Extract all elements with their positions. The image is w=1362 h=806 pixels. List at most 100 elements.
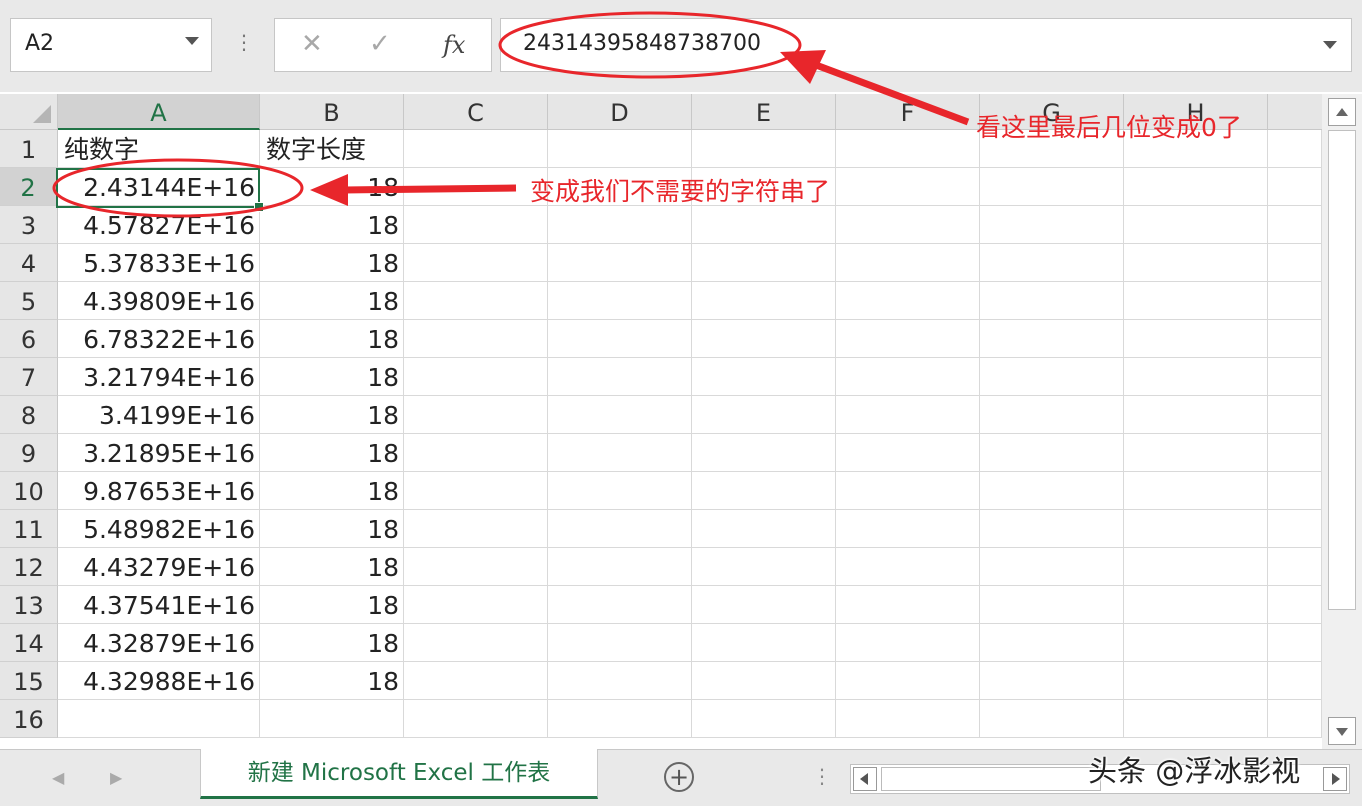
cell-b11[interactable]: 18	[260, 510, 404, 548]
cell-f3[interactable]	[836, 206, 980, 244]
cell-a16[interactable]	[58, 700, 260, 738]
next-sheet-icon[interactable]: ▶	[110, 768, 122, 787]
cell-c16[interactable]	[404, 700, 548, 738]
enter-check-icon[interactable]: ✓	[369, 29, 391, 59]
column-header-b[interactable]: B	[260, 94, 404, 130]
cell-d11[interactable]	[548, 510, 692, 548]
cell-f6[interactable]	[836, 320, 980, 358]
cell-e3[interactable]	[692, 206, 836, 244]
cell-b4[interactable]: 18	[260, 244, 404, 282]
column-header-e[interactable]: E	[692, 94, 836, 130]
cell-d3[interactable]	[548, 206, 692, 244]
cell-e10[interactable]	[692, 472, 836, 510]
cell-a3[interactable]: 4.57827E+16	[58, 206, 260, 244]
cell-g14[interactable]	[980, 624, 1124, 662]
cell-i13[interactable]	[1268, 586, 1322, 624]
cell-c12[interactable]	[404, 548, 548, 586]
row-header-10[interactable]: 10	[0, 472, 58, 510]
cell-b9[interactable]: 18	[260, 434, 404, 472]
expand-formula-bar-icon[interactable]	[1323, 41, 1337, 49]
cell-d15[interactable]	[548, 662, 692, 700]
cell-a13[interactable]: 4.37541E+16	[58, 586, 260, 624]
cell-e12[interactable]	[692, 548, 836, 586]
cell-g2[interactable]	[980, 168, 1124, 206]
cell-b5[interactable]: 18	[260, 282, 404, 320]
row-header-13[interactable]: 13	[0, 586, 58, 624]
cell-e5[interactable]	[692, 282, 836, 320]
cell-a6[interactable]: 6.78322E+16	[58, 320, 260, 358]
cell-c2[interactable]	[404, 168, 548, 206]
cell-d8[interactable]	[548, 396, 692, 434]
scroll-up-button[interactable]	[1328, 98, 1356, 126]
cell-e6[interactable]	[692, 320, 836, 358]
cell-g15[interactable]	[980, 662, 1124, 700]
vertical-scroll-thumb[interactable]	[1328, 130, 1356, 610]
row-header-4[interactable]: 4	[0, 244, 58, 282]
cell-h9[interactable]	[1124, 434, 1268, 472]
name-box[interactable]: A2	[10, 18, 212, 72]
cell-g9[interactable]	[980, 434, 1124, 472]
row-header-9[interactable]: 9	[0, 434, 58, 472]
cell-h13[interactable]	[1124, 586, 1268, 624]
column-header-partial[interactable]	[1268, 94, 1322, 130]
cell-d9[interactable]	[548, 434, 692, 472]
cell-i12[interactable]	[1268, 548, 1322, 586]
cell-d16[interactable]	[548, 700, 692, 738]
cell-h8[interactable]	[1124, 396, 1268, 434]
cell-g4[interactable]	[980, 244, 1124, 282]
cell-c9[interactable]	[404, 434, 548, 472]
cell-h12[interactable]	[1124, 548, 1268, 586]
cell-b7[interactable]: 18	[260, 358, 404, 396]
column-header-d[interactable]: D	[548, 94, 692, 130]
cell-f9[interactable]	[836, 434, 980, 472]
cell-e11[interactable]	[692, 510, 836, 548]
cell-h11[interactable]	[1124, 510, 1268, 548]
cell-i10[interactable]	[1268, 472, 1322, 510]
cell-b16[interactable]	[260, 700, 404, 738]
row-header-2[interactable]: 2	[0, 168, 58, 206]
cell-f10[interactable]	[836, 472, 980, 510]
cell-a9[interactable]: 3.21895E+16	[58, 434, 260, 472]
cell-h16[interactable]	[1124, 700, 1268, 738]
cell-e16[interactable]	[692, 700, 836, 738]
select-all-button[interactable]	[0, 94, 58, 130]
cell-e7[interactable]	[692, 358, 836, 396]
add-sheet-icon[interactable]: +	[664, 762, 694, 792]
cell-i8[interactable]	[1268, 396, 1322, 434]
cell-f11[interactable]	[836, 510, 980, 548]
cell-e13[interactable]	[692, 586, 836, 624]
cell-h15[interactable]	[1124, 662, 1268, 700]
cell-g13[interactable]	[980, 586, 1124, 624]
cell-b6[interactable]: 18	[260, 320, 404, 358]
cell-c6[interactable]	[404, 320, 548, 358]
cell-c7[interactable]	[404, 358, 548, 396]
cell-f7[interactable]	[836, 358, 980, 396]
cell-a4[interactable]: 5.37833E+16	[58, 244, 260, 282]
row-header-12[interactable]: 12	[0, 548, 58, 586]
cell-d12[interactable]	[548, 548, 692, 586]
cell-h10[interactable]	[1124, 472, 1268, 510]
cell-d10[interactable]	[548, 472, 692, 510]
cell-f4[interactable]	[836, 244, 980, 282]
cell-c14[interactable]	[404, 624, 548, 662]
row-header-14[interactable]: 14	[0, 624, 58, 662]
fill-handle[interactable]	[254, 202, 264, 212]
cell-f2[interactable]	[836, 168, 980, 206]
cell-c4[interactable]	[404, 244, 548, 282]
function-icon[interactable]: fx	[443, 31, 465, 59]
cell-i5[interactable]	[1268, 282, 1322, 320]
cell-d5[interactable]	[548, 282, 692, 320]
cell-f13[interactable]	[836, 586, 980, 624]
cell-f5[interactable]	[836, 282, 980, 320]
horizontal-scroll-thumb[interactable]	[881, 767, 1101, 791]
cell-h5[interactable]	[1124, 282, 1268, 320]
cell-i14[interactable]	[1268, 624, 1322, 662]
cell-a10[interactable]: 9.87653E+16	[58, 472, 260, 510]
row-header-3[interactable]: 3	[0, 206, 58, 244]
cell-g6[interactable]	[980, 320, 1124, 358]
cell-g7[interactable]	[980, 358, 1124, 396]
cell-f16[interactable]	[836, 700, 980, 738]
cell-i7[interactable]	[1268, 358, 1322, 396]
cell-b3[interactable]: 18	[260, 206, 404, 244]
cell-f1[interactable]	[836, 130, 980, 168]
